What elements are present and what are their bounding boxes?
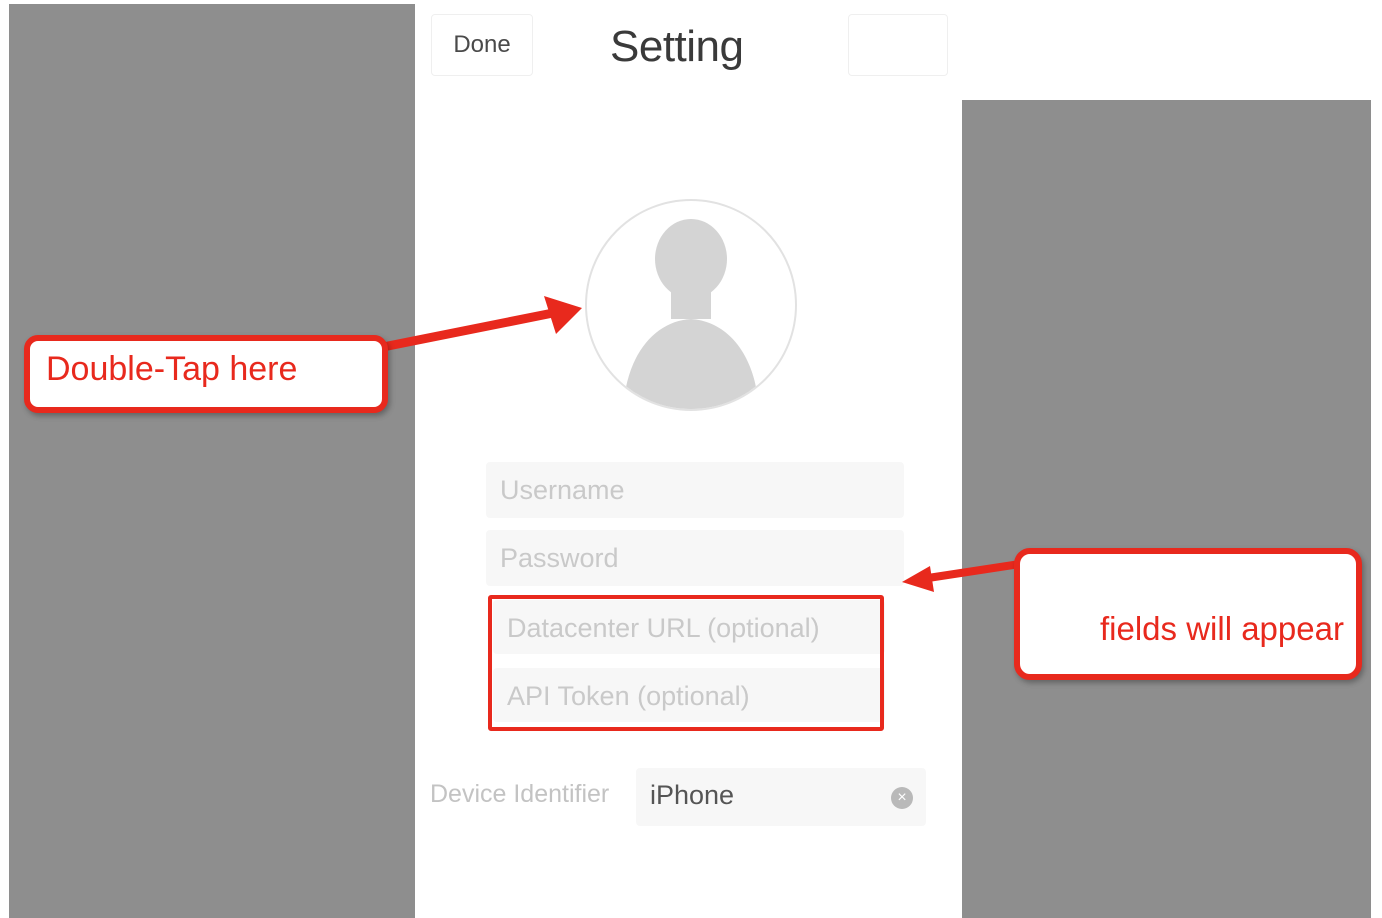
arrow-head-fields — [902, 566, 934, 592]
arrow-to-fields — [924, 560, 1024, 582]
annotation-arrows — [383, 296, 1024, 592]
arrow-to-avatar — [383, 307, 563, 351]
double-tap-callout-text: Double-Tap here — [46, 350, 298, 388]
fields-callout-text: fields will appear — [1100, 610, 1344, 647]
